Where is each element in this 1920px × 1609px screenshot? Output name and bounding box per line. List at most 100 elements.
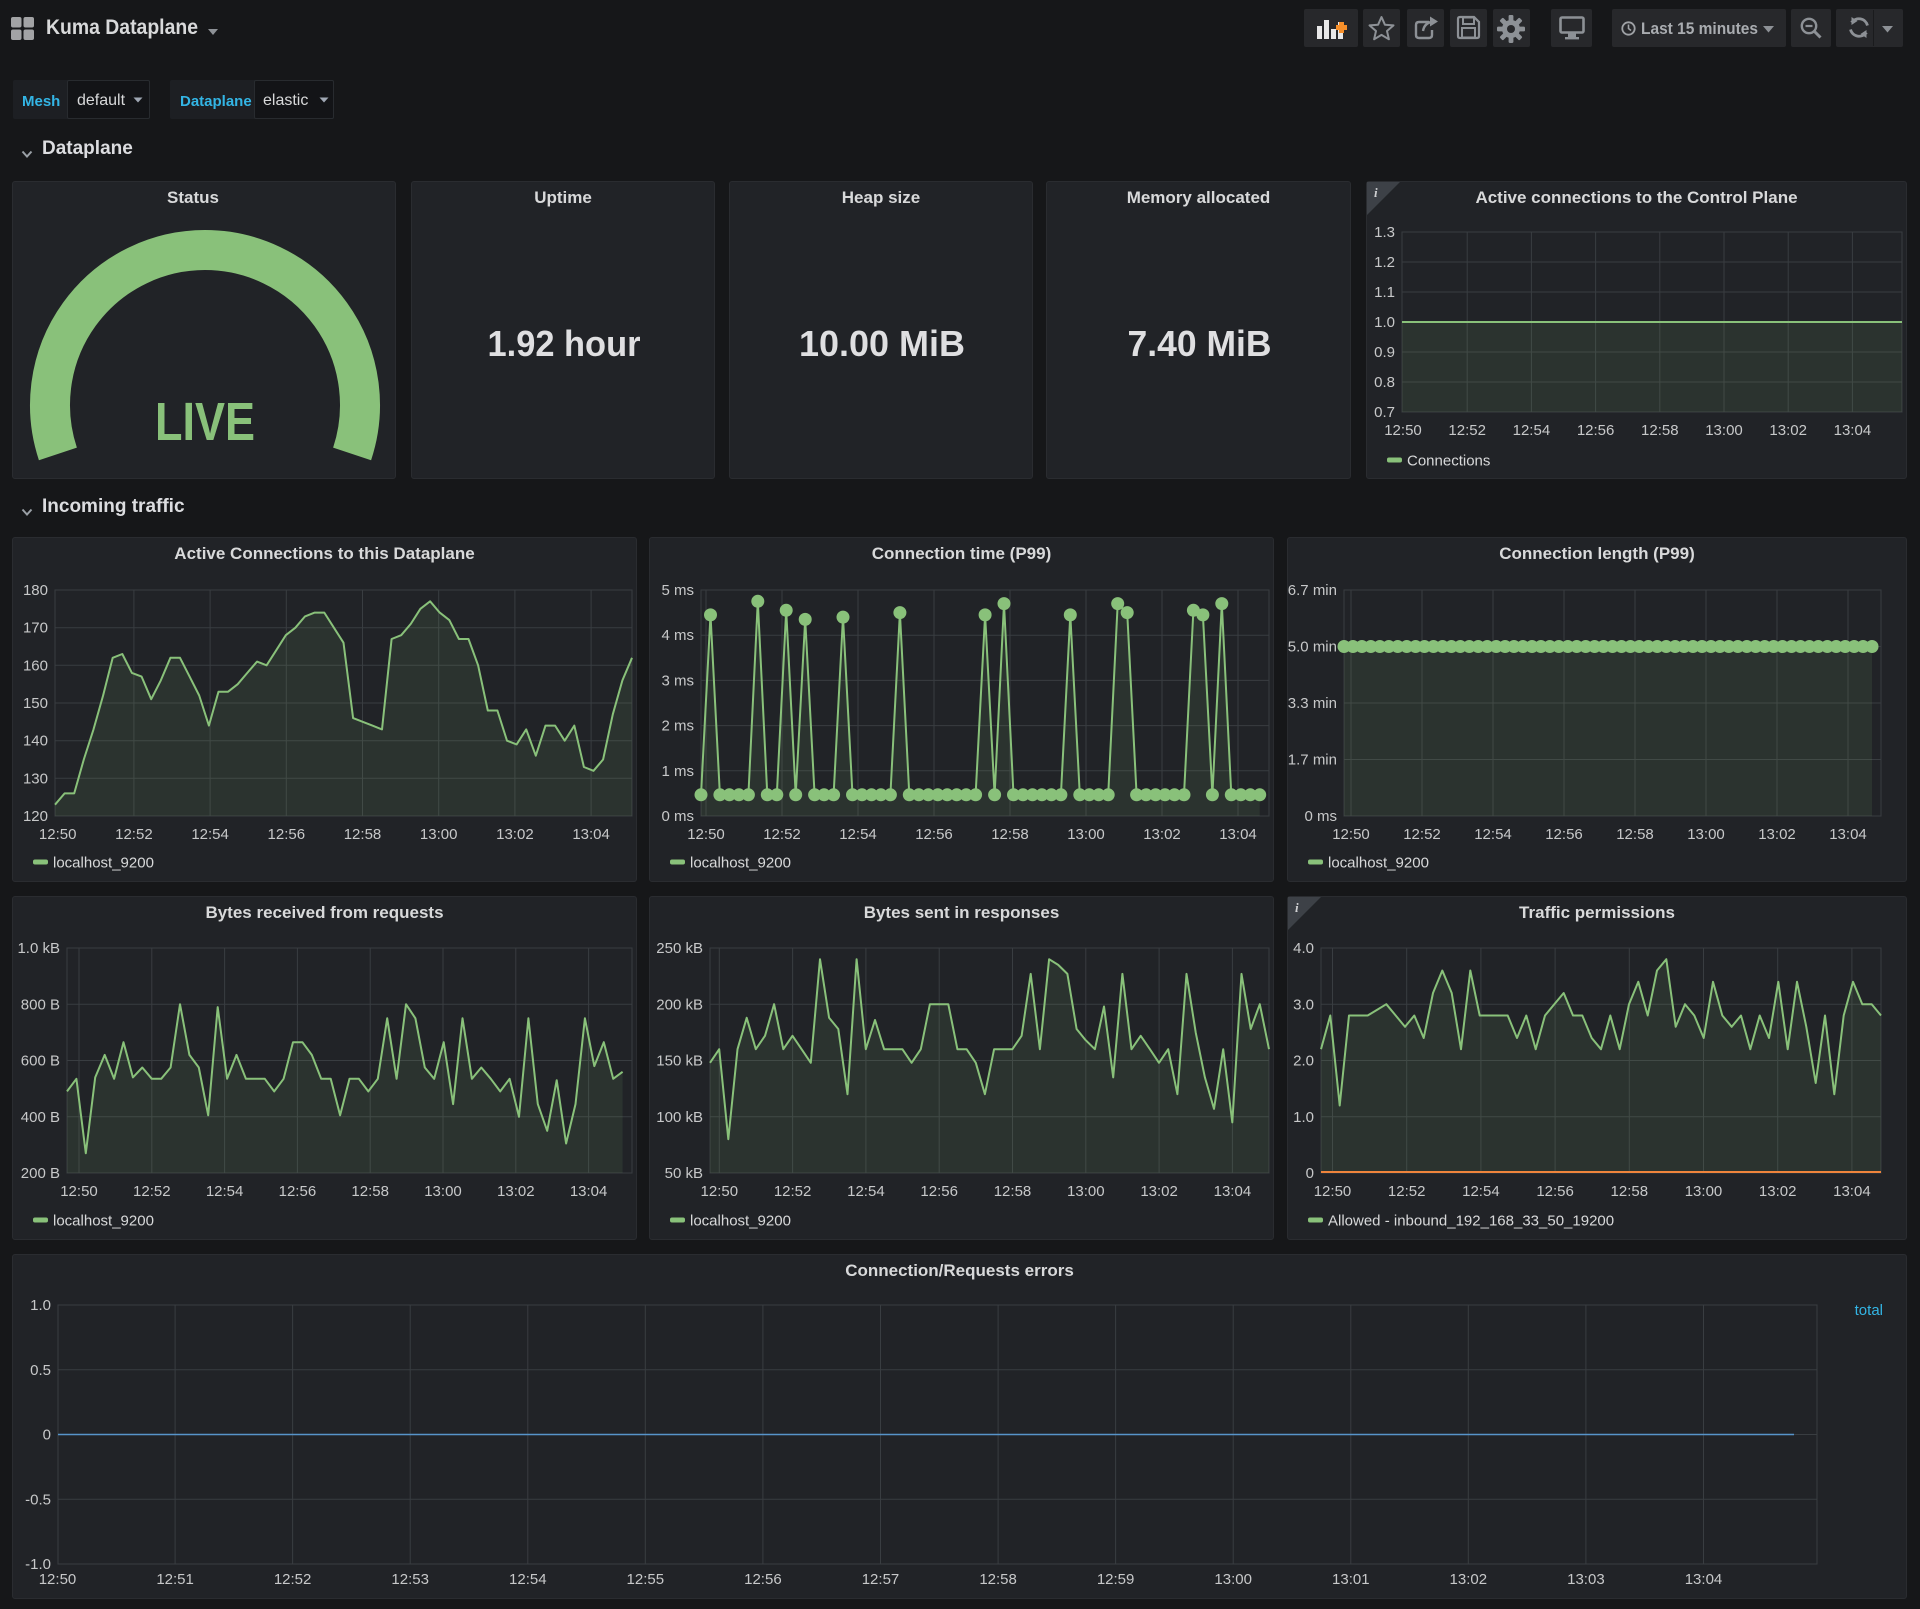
svg-text:600 B: 600 B xyxy=(21,1053,60,1070)
svg-text:Last 15 minutes: Last 15 minutes xyxy=(1641,19,1758,38)
svg-text:13:02: 13:02 xyxy=(496,826,534,843)
svg-text:0 ms: 0 ms xyxy=(1304,808,1337,825)
svg-text:1 ms: 1 ms xyxy=(661,763,694,780)
svg-text:4.0: 4.0 xyxy=(1293,940,1314,957)
svg-text:13:02: 13:02 xyxy=(497,1183,535,1200)
svg-text:13:00: 13:00 xyxy=(1685,1183,1723,1200)
svg-text:localhost_9200: localhost_9200 xyxy=(53,1213,154,1230)
svg-text:200 kB: 200 kB xyxy=(656,996,703,1013)
svg-text:13:00: 13:00 xyxy=(1687,826,1725,843)
svg-text:4 ms: 4 ms xyxy=(661,627,694,644)
svg-text:0.7: 0.7 xyxy=(1374,404,1395,421)
svg-text:12:58: 12:58 xyxy=(344,826,382,843)
svg-text:12:52: 12:52 xyxy=(1403,826,1441,843)
svg-text:13:00: 13:00 xyxy=(424,1183,462,1200)
svg-text:1.0: 1.0 xyxy=(30,1297,51,1314)
svg-text:1.3: 1.3 xyxy=(1374,224,1395,241)
svg-text:Kuma Dataplane: Kuma Dataplane xyxy=(46,16,198,39)
svg-text:0: 0 xyxy=(1306,1165,1314,1182)
svg-text:2.0: 2.0 xyxy=(1293,1053,1314,1070)
svg-text:0 ms: 0 ms xyxy=(661,808,694,825)
svg-text:1.0: 1.0 xyxy=(1374,314,1395,331)
svg-text:3.3 min: 3.3 min xyxy=(1288,695,1337,712)
svg-text:12:52: 12:52 xyxy=(274,1571,312,1588)
svg-text:Connections: Connections xyxy=(1407,453,1490,470)
svg-text:5 ms: 5 ms xyxy=(661,582,694,599)
svg-text:13:00: 13:00 xyxy=(1067,826,1105,843)
svg-text:i: i xyxy=(1374,185,1378,200)
svg-text:12:54: 12:54 xyxy=(1462,1183,1500,1200)
svg-text:1.0 kB: 1.0 kB xyxy=(17,940,60,957)
svg-text:13:04: 13:04 xyxy=(1829,826,1867,843)
svg-text:5.0 min: 5.0 min xyxy=(1288,639,1337,656)
svg-text:12:54: 12:54 xyxy=(1513,422,1551,439)
svg-text:12:54: 12:54 xyxy=(1474,826,1512,843)
svg-text:12:52: 12:52 xyxy=(1448,422,1486,439)
svg-text:12:55: 12:55 xyxy=(627,1571,665,1588)
svg-text:12:58: 12:58 xyxy=(351,1183,389,1200)
svg-text:0.8: 0.8 xyxy=(1374,374,1395,391)
svg-text:12:50: 12:50 xyxy=(1332,826,1370,843)
svg-text:13:01: 13:01 xyxy=(1332,1571,1370,1588)
svg-text:12:56: 12:56 xyxy=(1545,826,1583,843)
svg-text:1.2: 1.2 xyxy=(1374,254,1395,271)
svg-text:12:52: 12:52 xyxy=(115,826,153,843)
svg-text:12:51: 12:51 xyxy=(156,1571,194,1588)
svg-text:Allowed - inbound_192_168_33_5: Allowed - inbound_192_168_33_50_19200 xyxy=(1328,1213,1614,1230)
svg-text:12:54: 12:54 xyxy=(206,1183,244,1200)
svg-text:13:02: 13:02 xyxy=(1769,422,1807,439)
svg-text:12:52: 12:52 xyxy=(133,1183,171,1200)
svg-text:140: 140 xyxy=(23,733,48,750)
svg-text:12:54: 12:54 xyxy=(509,1571,547,1588)
svg-text:LIVE: LIVE xyxy=(155,392,255,452)
svg-text:13:04: 13:04 xyxy=(1214,1183,1252,1200)
svg-text:170: 170 xyxy=(23,620,48,637)
svg-text:6.7 min: 6.7 min xyxy=(1288,582,1337,599)
svg-text:150: 150 xyxy=(23,695,48,712)
svg-text:100 kB: 100 kB xyxy=(656,1109,703,1126)
svg-text:7.40 MiB: 7.40 MiB xyxy=(1128,323,1272,364)
svg-text:12:54: 12:54 xyxy=(839,826,877,843)
svg-text:12:58: 12:58 xyxy=(994,1183,1032,1200)
svg-text:1.0: 1.0 xyxy=(1293,1109,1314,1126)
svg-text:12:58: 12:58 xyxy=(1611,1183,1649,1200)
svg-text:13:04: 13:04 xyxy=(1685,1571,1723,1588)
svg-text:1.92 hour: 1.92 hour xyxy=(488,323,641,364)
svg-text:13:02: 13:02 xyxy=(1143,826,1181,843)
svg-text:3 ms: 3 ms xyxy=(661,672,694,689)
svg-text:0.9: 0.9 xyxy=(1374,344,1395,361)
svg-text:150 kB: 150 kB xyxy=(656,1053,703,1070)
svg-text:13:02: 13:02 xyxy=(1140,1183,1178,1200)
svg-text:0: 0 xyxy=(43,1427,51,1444)
svg-text:12:58: 12:58 xyxy=(1641,422,1679,439)
svg-text:12:52: 12:52 xyxy=(1388,1183,1426,1200)
svg-text:12:50: 12:50 xyxy=(687,826,725,843)
svg-text:localhost_9200: localhost_9200 xyxy=(53,855,154,872)
svg-text:12:50: 12:50 xyxy=(1314,1183,1352,1200)
svg-text:0.5: 0.5 xyxy=(30,1362,51,1379)
svg-text:13:04: 13:04 xyxy=(572,826,610,843)
svg-text:2 ms: 2 ms xyxy=(661,718,694,735)
svg-text:12:58: 12:58 xyxy=(1616,826,1654,843)
svg-text:130: 130 xyxy=(23,770,48,787)
svg-text:12:59: 12:59 xyxy=(1097,1571,1135,1588)
svg-text:12:50: 12:50 xyxy=(39,1571,77,1588)
svg-text:13:02: 13:02 xyxy=(1450,1571,1488,1588)
svg-text:12:52: 12:52 xyxy=(774,1183,812,1200)
svg-text:12:58: 12:58 xyxy=(991,826,1029,843)
svg-text:12:56: 12:56 xyxy=(1577,422,1615,439)
svg-text:localhost_9200: localhost_9200 xyxy=(690,1213,791,1230)
svg-text:10.00 MiB: 10.00 MiB xyxy=(799,323,965,364)
svg-text:-0.5: -0.5 xyxy=(25,1491,51,1508)
svg-text:12:50: 12:50 xyxy=(39,826,77,843)
svg-text:1.7 min: 1.7 min xyxy=(1288,752,1337,769)
svg-text:13:04: 13:04 xyxy=(1834,422,1872,439)
svg-text:12:56: 12:56 xyxy=(920,1183,958,1200)
svg-text:200 B: 200 B xyxy=(21,1165,60,1182)
svg-text:1.1: 1.1 xyxy=(1374,284,1395,301)
svg-text:12:56: 12:56 xyxy=(279,1183,317,1200)
svg-text:13:00: 13:00 xyxy=(420,826,458,843)
svg-text:13:00: 13:00 xyxy=(1067,1183,1105,1200)
svg-text:120: 120 xyxy=(23,808,48,825)
svg-text:180: 180 xyxy=(23,582,48,599)
